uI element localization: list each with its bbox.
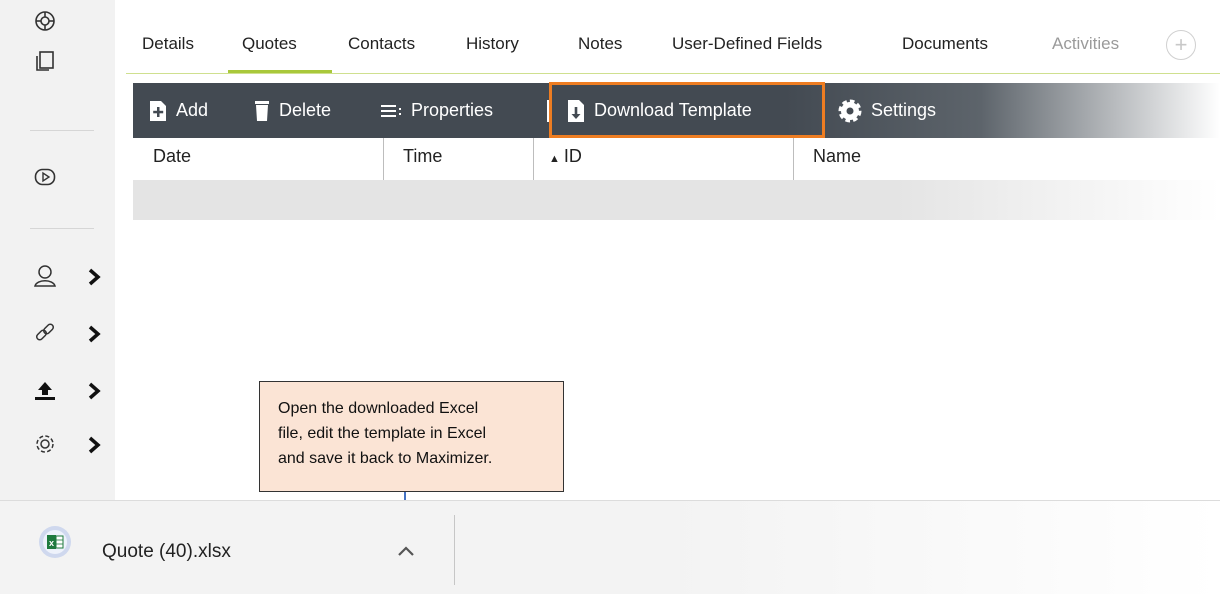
chevron-right-icon[interactable] [87, 382, 101, 400]
gear-icon[interactable] [33, 432, 57, 461]
column-header-date[interactable]: Date [133, 138, 383, 180]
tab-bar: Details Quotes Contacts History Notes Us… [130, 22, 1220, 74]
sidebar-divider [30, 130, 94, 131]
chevron-right-icon[interactable] [87, 268, 101, 286]
column-label: ID [563, 146, 582, 166]
excel-file-icon[interactable]: x [38, 525, 72, 564]
active-tab-indicator [228, 70, 332, 73]
tab-history[interactable]: History [466, 34, 519, 54]
lifebuoy-icon[interactable] [34, 10, 56, 37]
column-label: Time [403, 146, 443, 166]
tab-documents[interactable]: Documents [902, 34, 988, 54]
download-template-highlight-box [549, 82, 825, 138]
tab-user-defined-fields[interactable]: User-Defined Fields [672, 34, 822, 54]
video-play-icon[interactable] [34, 168, 56, 191]
link-icon[interactable] [33, 321, 57, 350]
instruction-callout: Open the downloaded Excel file, edit the… [259, 381, 564, 492]
list-icon [381, 104, 401, 117]
column-label: Date [153, 146, 192, 166]
tab-notes[interactable]: Notes [578, 34, 622, 54]
user-icon[interactable] [33, 264, 57, 293]
tab-activities[interactable]: Activities [1052, 34, 1119, 54]
callout-line: and save it back to Maximizer. [278, 450, 493, 467]
add-label: Add [176, 100, 209, 120]
svg-text:x: x [49, 538, 54, 548]
column-header-name[interactable]: Name [793, 138, 1213, 180]
sort-ascending-icon: ▲ [549, 153, 560, 165]
column-header-time[interactable]: Time [383, 138, 533, 180]
download-bar: x Quote (40).xlsx [0, 500, 1220, 594]
left-sidebar [0, 0, 115, 500]
tab-contacts[interactable]: Contacts [348, 34, 415, 54]
downloaded-file-name[interactable]: Quote (40).xlsx [102, 541, 231, 563]
properties-label: Properties [411, 100, 494, 120]
add-document-icon [150, 100, 166, 121]
settings-gear-icon [838, 99, 862, 122]
chevron-up-icon[interactable] [396, 544, 416, 558]
settings-label: Settings [871, 100, 937, 120]
settings-button[interactable]: Settings [837, 83, 936, 138]
trash-icon [255, 100, 269, 121]
delete-label: Delete [279, 100, 332, 120]
delete-button[interactable]: Delete [253, 83, 331, 138]
sidebar-divider [30, 228, 94, 229]
documents-icon[interactable] [34, 50, 56, 77]
tab-quotes[interactable]: Quotes [242, 34, 297, 54]
tab-details[interactable]: Details [142, 34, 194, 54]
tab-bar-baseline [126, 73, 1220, 74]
chevron-right-icon[interactable] [87, 325, 101, 343]
download-bar-divider [454, 515, 455, 585]
properties-button[interactable]: Properties [381, 83, 493, 138]
column-label: Name [813, 146, 862, 166]
column-header-id[interactable]: ▲ ID [533, 138, 793, 180]
add-button[interactable]: Add [148, 83, 208, 138]
plus-circle-icon[interactable]: + [1166, 30, 1196, 60]
chevron-right-icon[interactable] [87, 436, 101, 454]
empty-table-row [133, 180, 1220, 220]
callout-line: Open the downloaded Excel [278, 400, 479, 417]
upload-icon[interactable] [33, 380, 57, 407]
callout-line: file, edit the template in Excel [278, 425, 487, 442]
quotes-table-header: Date Time ▲ ID Name [133, 138, 1220, 180]
